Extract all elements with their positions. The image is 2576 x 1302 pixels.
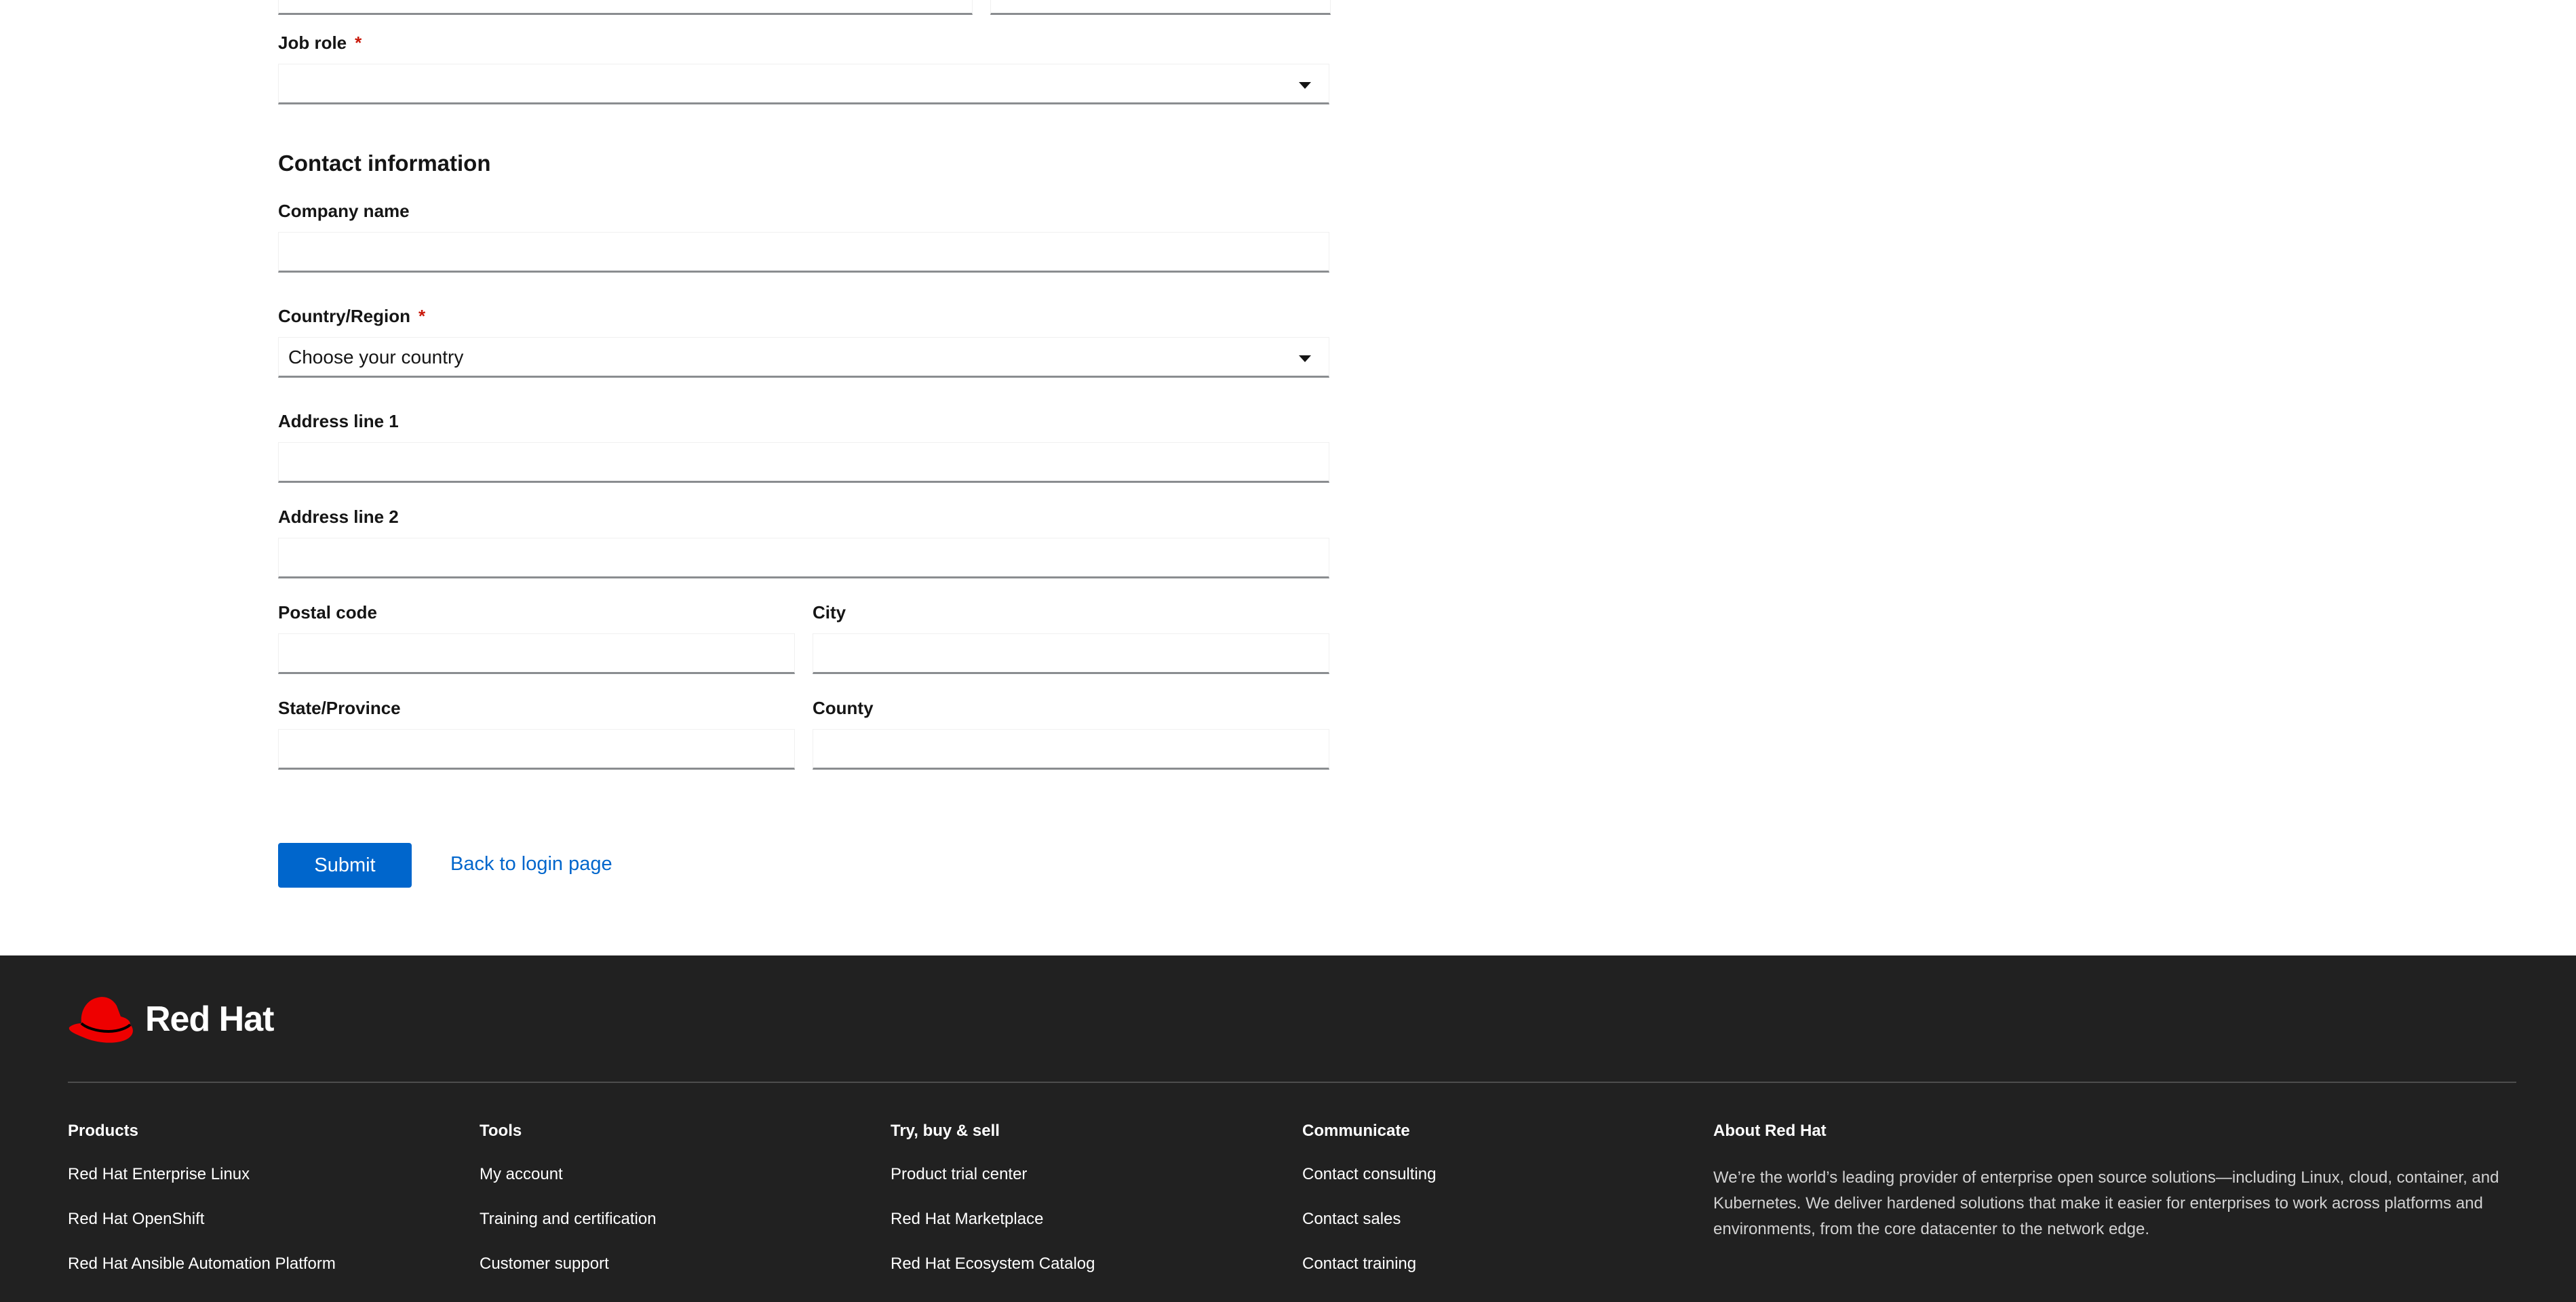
footer-column-products: Products Red Hat Enterprise Linux Red Ha…: [68, 1122, 336, 1273]
address2-label: Address line 2: [278, 507, 399, 527]
brand-name: Red Hat: [145, 1000, 274, 1039]
page: Job role * Contact information Company na…: [0, 0, 2576, 1302]
footer-link[interactable]: Red Hat Marketplace: [891, 1210, 1043, 1229]
county-input[interactable]: [813, 729, 1329, 770]
country-label-text: Country/Region: [278, 306, 410, 326]
state-input[interactable]: [278, 729, 795, 770]
footer-link[interactable]: Contact training: [1302, 1255, 1416, 1274]
required-marker: *: [418, 306, 426, 326]
footer-link[interactable]: Red Hat Ecosystem Catalog: [891, 1255, 1095, 1274]
contact-section-title: Contact information: [278, 151, 491, 176]
footer-link[interactable]: Product trial center: [891, 1165, 1027, 1184]
site-footer: Red Hat Products Red Hat Enterprise Linu…: [0, 955, 2576, 1302]
city-input[interactable]: [813, 633, 1329, 674]
country-value: Choose your country: [288, 347, 464, 368]
footer-link[interactable]: My account: [480, 1165, 563, 1184]
back-to-login-link[interactable]: Back to login page: [450, 853, 612, 875]
footer-column-title: Communicate: [1302, 1122, 1410, 1140]
footer-column-title: Products: [68, 1122, 139, 1140]
footer-link[interactable]: Training and certification: [480, 1210, 657, 1229]
footer-link[interactable]: Contact consulting: [1302, 1165, 1436, 1184]
company-name-input[interactable]: [278, 232, 1329, 273]
state-label: State/Province: [278, 698, 401, 718]
address1-label: Address line 1: [278, 411, 399, 431]
previous-row-input-left[interactable]: [278, 0, 973, 15]
footer-column-try-buy-sell: Try, buy & sell Product trial center Red…: [891, 1122, 1095, 1273]
about-description: We’re the world’s leading provider of en…: [1713, 1168, 2499, 1238]
city-label: City: [813, 602, 846, 623]
footer-link[interactable]: Customer support: [480, 1255, 609, 1274]
postal-code-label: Postal code: [278, 602, 377, 623]
red-hat-logo[interactable]: Red Hat: [68, 993, 274, 1045]
country-label: Country/Region *: [278, 306, 425, 327]
red-hat-icon: [69, 997, 133, 1043]
footer-link[interactable]: Red Hat OpenShift: [68, 1210, 204, 1229]
address1-input[interactable]: [278, 442, 1329, 483]
footer-link[interactable]: Red Hat Enterprise Linux: [68, 1165, 250, 1184]
required-marker: *: [355, 33, 362, 53]
job-role-label: Job role *: [278, 33, 362, 54]
footer-column-title: About Red Hat: [1713, 1122, 1827, 1140]
footer-column-title: Try, buy & sell: [891, 1122, 1000, 1140]
footer-link[interactable]: Contact sales: [1302, 1210, 1401, 1229]
county-label: County: [813, 698, 874, 718]
footer-link[interactable]: Red Hat Ansible Automation Platform: [68, 1255, 336, 1274]
footer-column-tools: Tools My account Training and certificat…: [480, 1122, 657, 1273]
footer-column-about: About Red Hat We’re the world’s leading …: [1713, 1122, 2499, 1238]
job-role-select[interactable]: [278, 64, 1329, 104]
previous-row-input-right[interactable]: [990, 0, 1331, 15]
footer-column-title: Tools: [480, 1122, 522, 1140]
postal-code-input[interactable]: [278, 633, 795, 674]
footer-column-communicate: Communicate Contact consulting Contact s…: [1302, 1122, 1436, 1273]
address2-input[interactable]: [278, 538, 1329, 578]
company-name-label: Company name: [278, 201, 410, 221]
caret-down-icon: [1299, 355, 1311, 362]
country-select[interactable]: Choose your country: [278, 337, 1329, 378]
footer-divider: [68, 1082, 2516, 1083]
submit-button[interactable]: Submit: [278, 843, 412, 888]
job-role-label-text: Job role: [278, 33, 347, 53]
caret-down-icon: [1299, 82, 1311, 89]
